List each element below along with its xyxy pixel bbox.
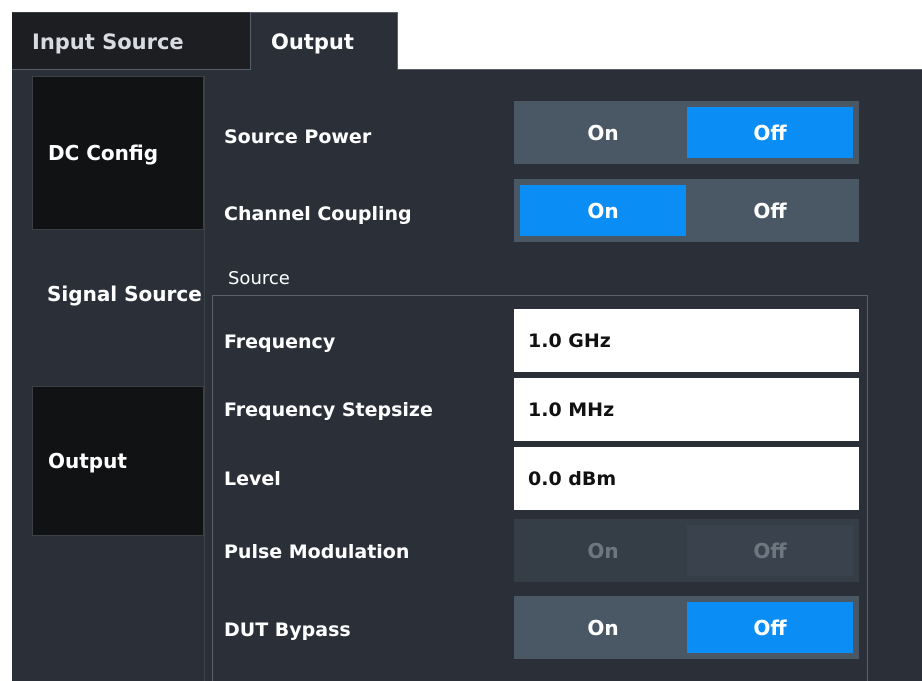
sidebar-item-label: DC Config (48, 141, 159, 165)
tab-output[interactable]: Output (250, 12, 398, 70)
sidebar-spacer (32, 536, 204, 681)
channel-coupling-on-button[interactable]: On (520, 185, 686, 236)
pulse-modulation-on-button: On (587, 538, 619, 563)
source-power-label: Source Power (224, 126, 372, 148)
level-field[interactable]: 0.0 dBm (514, 447, 859, 510)
dut-bypass-label: DUT Bypass (224, 619, 351, 641)
sidebar-divider (204, 76, 205, 681)
source-power-toggle: On Off (514, 101, 859, 164)
dut-bypass-toggle: On Off (514, 596, 859, 659)
sidebar-item-dc-config[interactable]: DC Config (32, 76, 204, 230)
dut-bypass-off-button[interactable]: Off (687, 602, 853, 653)
source-power-off-button[interactable]: Off (687, 107, 853, 158)
tab-input-source[interactable]: Input Source (12, 12, 250, 70)
source-group-title: Source (228, 268, 290, 289)
channel-coupling-label: Channel Coupling (224, 203, 412, 225)
frequency-stepsize-label: Frequency Stepsize (224, 399, 433, 421)
sidebar-item-label: Output (48, 449, 127, 473)
sidebar-item-signal-source[interactable]: Signal Source (32, 230, 204, 385)
frequency-stepsize-field[interactable]: 1.0 MHz (514, 378, 859, 441)
source-power-on-button[interactable]: On (520, 107, 686, 158)
sidebar-item-output[interactable]: Output (32, 386, 204, 536)
level-label: Level (224, 468, 281, 490)
pulse-modulation-toggle: On Off (514, 519, 859, 582)
frequency-field[interactable]: 1.0 GHz (514, 309, 859, 372)
channel-coupling-toggle: On Off (514, 179, 859, 242)
sidebar-item-label: Signal Source (47, 282, 202, 306)
pulse-modulation-off-button: Off (687, 525, 853, 576)
dut-bypass-on-button[interactable]: On (520, 602, 686, 653)
pulse-modulation-label: Pulse Modulation (224, 541, 410, 563)
frequency-label: Frequency (224, 331, 336, 353)
channel-coupling-off-button[interactable]: Off (687, 185, 853, 236)
